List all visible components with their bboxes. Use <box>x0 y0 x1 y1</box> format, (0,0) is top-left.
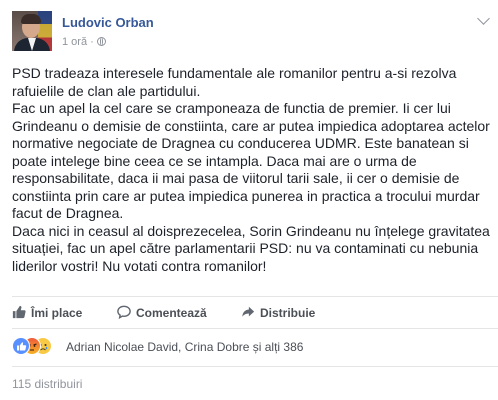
avatar[interactable] <box>12 11 52 51</box>
post-meta: 1 oră · <box>62 36 106 48</box>
comment-button[interactable]: Comentează <box>117 305 207 320</box>
divider <box>12 328 498 329</box>
divider <box>12 366 498 367</box>
share-label: Distribuie <box>260 306 316 320</box>
like-label: Îmi place <box>31 306 83 320</box>
reaction-icons <box>12 337 58 355</box>
share-button[interactable]: Distribuie <box>241 305 315 320</box>
comment-label: Comentează <box>136 306 207 320</box>
like-icon <box>12 337 30 355</box>
globe-icon[interactable] <box>96 37 106 46</box>
post-paragraph: Daca nici in ceasul al doisprezecelea, S… <box>12 222 490 274</box>
author-name[interactable]: Ludovic Orban <box>62 15 154 30</box>
post-timestamp[interactable]: 1 oră <box>62 36 87 48</box>
like-button[interactable]: Îmi place <box>12 305 82 320</box>
reactions-row[interactable]: Adrian Nicolae David, Crina Dobre și alț… <box>12 337 498 355</box>
share-count[interactable]: 115 distribuiri <box>12 377 82 391</box>
share-icon <box>242 306 255 317</box>
comment-icon <box>117 305 131 319</box>
post-paragraph: PSD tradeaza interesele fundamentale ale… <box>12 65 457 99</box>
chevron-down-icon[interactable] <box>477 12 490 25</box>
facebook-post: Ludovic Orban 1 oră · PSD tradeaza intere… <box>0 0 498 400</box>
post-paragraph: Fac un apel la cel care se cramponeaza d… <box>12 100 490 221</box>
post-body: PSD tradeaza interesele fundamentale ale… <box>12 65 490 275</box>
thumbs-up-icon <box>12 305 26 319</box>
action-bar: Îmi place Comentează Distribuie <box>12 297 498 327</box>
reaction-summary[interactable]: Adrian Nicolae David, Crina Dobre și alț… <box>66 340 303 354</box>
